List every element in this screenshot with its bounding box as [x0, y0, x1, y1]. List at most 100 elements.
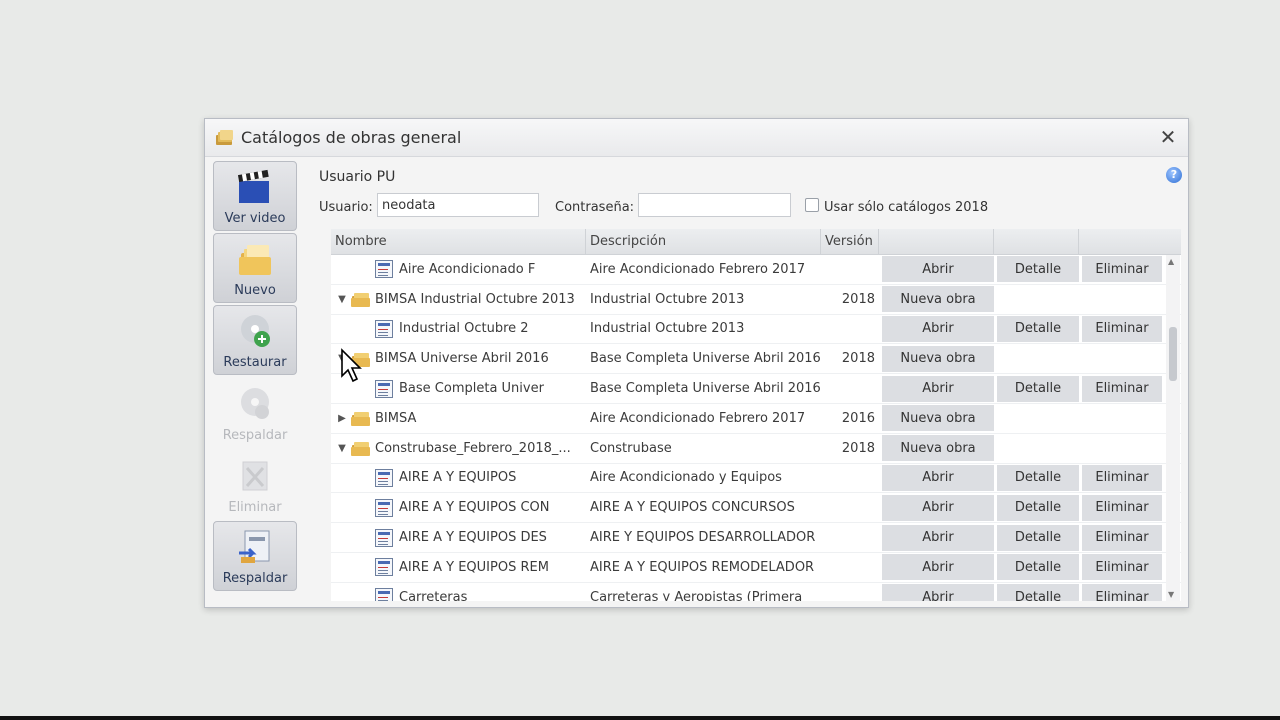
- folder-stack-icon: [215, 129, 235, 147]
- detalle-button[interactable]: Detalle: [997, 524, 1079, 551]
- row-name: AIRE A Y EQUIPOS DES: [399, 530, 547, 546]
- respaldar-label-disabled: Respaldar: [222, 428, 288, 443]
- detalle-button[interactable]: Detalle: [997, 584, 1079, 601]
- respaldar-button[interactable]: Respaldar: [213, 521, 297, 591]
- respaldar-button-disabled[interactable]: Respaldar: [213, 377, 297, 447]
- vertical-scrollbar[interactable]: ▲ ▼: [1166, 255, 1180, 601]
- scroll-up-icon[interactable]: ▲: [1168, 257, 1174, 266]
- table-row[interactable]: ▼BIMSA Universe Abril 2016Base Completa …: [331, 344, 1181, 375]
- table-row[interactable]: ▼ BIMSA Industrial Octubre 2013 Industrial…: [331, 285, 1181, 315]
- row-name: Industrial Octubre 2: [399, 321, 529, 337]
- detalle-button[interactable]: Detalle: [997, 375, 1079, 402]
- table-row[interactable]: ▼ Construbase_Febrero_2018_... Construbase…: [331, 434, 1181, 464]
- detalle-button: [997, 286, 1079, 312]
- respaldar-label: Respaldar: [222, 571, 288, 586]
- header-nombre[interactable]: Nombre: [331, 229, 586, 254]
- detalle-button[interactable]: Detalle: [997, 315, 1079, 342]
- nueva-obra-button[interactable]: Nueva obra: [882, 286, 994, 313]
- nueva-obra-button[interactable]: Nueva obra: [882, 345, 994, 372]
- usar-2018-label: Usar sólo catálogos 2018: [824, 200, 989, 215]
- usuario-input[interactable]: [377, 193, 539, 217]
- header-descripcion[interactable]: Descripción: [586, 229, 821, 254]
- description-cell: Construbase: [590, 440, 672, 456]
- name-cell: Aire Acondicionado F: [331, 260, 586, 279]
- password-label: Contraseña:: [555, 200, 635, 215]
- detalle-button[interactable]: Detalle: [997, 554, 1079, 581]
- abrir-button[interactable]: Abrir: [882, 256, 994, 283]
- nueva-obra-button[interactable]: Nueva obra: [882, 435, 994, 462]
- eliminar-row-button: [1082, 286, 1162, 312]
- nuevo-label: Nuevo: [234, 283, 276, 298]
- name-cell: Base Completa Univer: [331, 379, 586, 398]
- eliminar-row-button[interactable]: Eliminar: [1082, 315, 1162, 342]
- table-row[interactable]: Carreteras Carreteras y Aeropistas (Prime…: [331, 583, 1181, 601]
- header-version[interactable]: Versión: [821, 229, 879, 254]
- detalle-button: [997, 405, 1079, 431]
- row-name: BIMSA Industrial Octubre 2013: [375, 291, 575, 307]
- side-toolbar: Ver video Nuevo Restaurar Respaldar Elim…: [213, 161, 301, 593]
- eliminar-row-button[interactable]: Eliminar: [1082, 494, 1162, 521]
- abrir-button[interactable]: Abrir: [882, 315, 994, 342]
- table-row[interactable]: AIRE A Y EQUIPOS DES AIRE Y EQUIPOS DESAR…: [331, 523, 1181, 553]
- table-row[interactable]: ▶ BIMSA Aire Acondicionado Febrero 2017 201…: [331, 404, 1181, 434]
- detalle-button[interactable]: Detalle: [997, 494, 1079, 521]
- name-cell: ▶ BIMSA: [331, 410, 586, 427]
- abrir-button[interactable]: Abrir: [882, 554, 994, 581]
- name-cell: ▼BIMSA Universe Abril 2016: [331, 351, 586, 367]
- folder-icon: [351, 440, 371, 457]
- ver-video-button[interactable]: Ver video: [213, 161, 297, 231]
- description-cell: Carreteras y Aeropistas (Primera: [590, 589, 803, 601]
- usar-2018-checkbox[interactable]: [805, 198, 819, 212]
- scroll-down-icon[interactable]: ▼: [1168, 590, 1174, 599]
- abrir-button[interactable]: Abrir: [882, 584, 994, 601]
- abrir-button[interactable]: Abrir: [882, 524, 994, 551]
- name-cell: Carreteras: [331, 588, 586, 601]
- help-icon[interactable]: ?: [1166, 167, 1182, 183]
- description-cell: AIRE A Y EQUIPOS REMODELADOR: [590, 559, 815, 575]
- eliminar-row-button[interactable]: Eliminar: [1082, 584, 1162, 601]
- name-cell: ▼ BIMSA Industrial Octubre 2013: [331, 291, 586, 308]
- detalle-button[interactable]: Detalle: [997, 464, 1079, 491]
- eliminar-label: Eliminar: [228, 500, 282, 515]
- scroll-thumb[interactable]: [1169, 327, 1177, 381]
- name-cell: ▼ Construbase_Febrero_2018_...: [331, 440, 586, 457]
- nueva-obra-button[interactable]: Nueva obra: [882, 405, 994, 432]
- table-row[interactable]: Industrial Octubre 2 Industrial Octubre 2…: [331, 315, 1181, 345]
- eliminar-button[interactable]: Eliminar: [213, 449, 297, 519]
- eliminar-row-button[interactable]: Eliminar: [1082, 554, 1162, 581]
- close-icon[interactable]: ✕: [1158, 127, 1178, 147]
- table-row[interactable]: Aire Acondicionado F Aire Acondicionado F…: [331, 255, 1181, 285]
- table-row[interactable]: AIRE A Y EQUIPOS Aire Acondicionado y Equ…: [331, 464, 1181, 494]
- eliminar-row-button[interactable]: Eliminar: [1082, 375, 1162, 402]
- name-cell: Industrial Octubre 2: [331, 319, 586, 338]
- password-input[interactable]: [638, 193, 791, 217]
- table-row[interactable]: Base Completa Univer Base Completa Univer…: [331, 374, 1181, 404]
- expand-toggle-icon[interactable]: ▼: [333, 443, 351, 454]
- catalog-document-icon: [375, 528, 393, 547]
- eliminar-row-button[interactable]: Eliminar: [1082, 524, 1162, 551]
- eliminar-row-button: [1082, 405, 1162, 431]
- eliminar-row-button[interactable]: Eliminar: [1082, 256, 1162, 283]
- title-bar: Catálogos de obras general ✕: [205, 119, 1188, 157]
- table-row[interactable]: AIRE A Y EQUIPOS REM AIRE A Y EQUIPOS REM…: [331, 553, 1181, 583]
- expand-toggle-icon[interactable]: ▶: [333, 413, 351, 424]
- catalog-grid: Nombre Descripción Versión Aire Acondici…: [331, 229, 1181, 601]
- folder-icon: [351, 410, 371, 427]
- catalog-document-icon: [375, 558, 393, 577]
- grid-body: Aire Acondicionado F Aire Acondicionado F…: [331, 255, 1181, 601]
- abrir-button[interactable]: Abrir: [882, 464, 994, 491]
- name-cell: AIRE A Y EQUIPOS: [331, 468, 586, 487]
- catalog-document-icon: [375, 588, 393, 601]
- abrir-button[interactable]: Abrir: [882, 494, 994, 521]
- expand-toggle-icon[interactable]: ▼: [333, 294, 351, 305]
- nuevo-button[interactable]: Nuevo: [213, 233, 297, 303]
- grid-header: Nombre Descripción Versión: [331, 229, 1181, 255]
- eliminar-row-button[interactable]: Eliminar: [1082, 464, 1162, 491]
- description-cell: Base Completa Universe Abril 2016: [590, 381, 821, 397]
- detalle-button[interactable]: Detalle: [997, 256, 1079, 283]
- restaurar-button[interactable]: Restaurar: [213, 305, 297, 375]
- description-cell: Base Completa Universe Abril 2016: [590, 351, 821, 367]
- abrir-button[interactable]: Abrir: [882, 375, 994, 402]
- version-cell: 2018: [841, 440, 875, 456]
- table-row[interactable]: AIRE A Y EQUIPOS CON AIRE A Y EQUIPOS CON…: [331, 493, 1181, 524]
